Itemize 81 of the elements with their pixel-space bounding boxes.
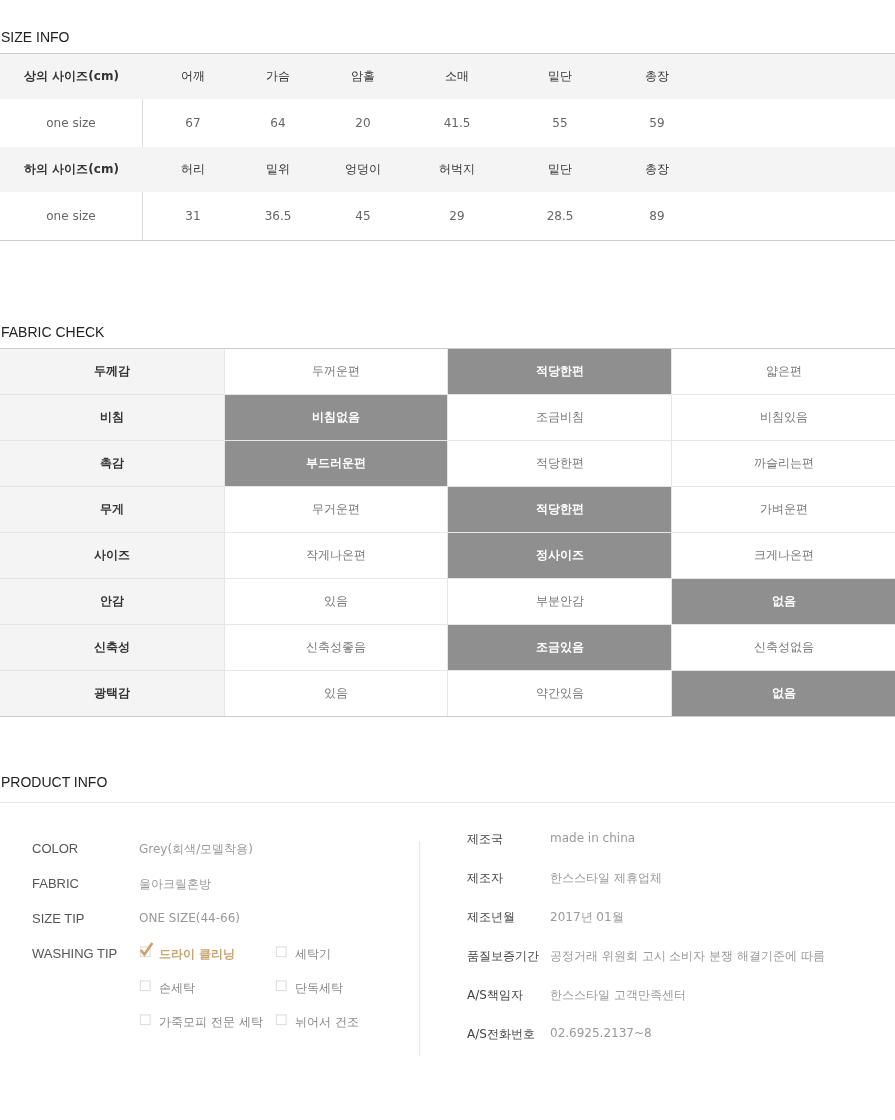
option-cell: 얇은편 — [671, 349, 895, 394]
table-header: 밑단 — [547, 68, 573, 85]
section-title: SIZE INFO — [0, 28, 71, 47]
table-cell-text: 55 — [551, 116, 569, 130]
table-header: 총장 — [644, 68, 670, 85]
option-cell: 없음 — [671, 671, 895, 716]
info-label: FABRIC — [32, 876, 80, 893]
info-label: SIZE TIP — [32, 911, 86, 928]
info-value: ONE SIZE(44-66) — [139, 911, 240, 927]
option-cell: 적당한편 — [447, 441, 671, 486]
table-header: 암홀 — [350, 68, 376, 85]
option-cell: 조금비침 — [447, 395, 671, 440]
option-cell: 신축성없음 — [671, 625, 895, 670]
option-cell: 있음 — [224, 671, 447, 716]
table-header: 밑단 — [547, 161, 573, 178]
row-label: 신축성 — [0, 625, 224, 670]
table-cell-text: 89 — [648, 209, 666, 223]
table-header: 허리 — [180, 161, 206, 178]
option-cell: 부드러운편 — [224, 441, 447, 486]
option-label: 드라이 클리닝 — [159, 946, 236, 963]
option-label: 단독세탁 — [295, 980, 343, 997]
table-cell-text: 59 — [648, 116, 666, 130]
info-value: 공정거래 위원회 고시 소비자 분쟁 해결기준에 따름 — [550, 948, 825, 965]
option-cell: 적당한편 — [447, 487, 671, 532]
info-value: 02.6925.2137~8 — [550, 1026, 652, 1042]
option-label: 가죽모피 전문 세탁 — [159, 1014, 263, 1031]
option-label: 세탁기 — [295, 946, 331, 963]
info-label: 품질보증기간 — [467, 948, 540, 965]
table-cell-text: 29 — [448, 209, 466, 223]
table-header: 하의 사이즈(cm) — [23, 161, 120, 178]
option-label: 뉘어서 건조 — [295, 1014, 359, 1031]
option-cell: 조금있음 — [447, 625, 671, 670]
info-label: A/S책임자 — [467, 987, 524, 1004]
option-cell: 까슬리는편 — [671, 441, 895, 486]
info-label: WASHING TIP — [32, 946, 119, 963]
option-cell: 없음 — [671, 579, 895, 624]
table-header: 상의 사이즈(cm) — [23, 68, 120, 85]
option-cell: 비침없음 — [224, 395, 447, 440]
table-cell-text: 36.5 — [263, 209, 293, 223]
row-label: 광택감 — [0, 671, 224, 716]
table-header: 가슴 — [265, 68, 291, 85]
table-header: 엉덩이 — [344, 161, 382, 178]
row-label: 촉감 — [0, 441, 224, 486]
info-label: 제조년월 — [467, 909, 516, 926]
section-title: PRODUCT INFO — [0, 717, 895, 803]
option-cell: 크게나온편 — [671, 533, 895, 578]
info-value: 2017년 01월 — [550, 909, 624, 926]
option-cell: 있음 — [224, 579, 447, 624]
table-header: 소매 — [444, 68, 470, 85]
table-cell: one size — [0, 192, 143, 240]
info-label: COLOR — [32, 841, 80, 858]
option-cell: 적당한편 — [447, 349, 671, 394]
option-cell: 비침있음 — [671, 395, 895, 440]
table-cell-text: 67 — [184, 116, 202, 130]
table-header: 어깨 — [180, 68, 206, 85]
table-header: 허벅지 — [438, 161, 476, 178]
row-label: 사이즈 — [0, 533, 224, 578]
table-header: 밑위 — [265, 161, 291, 178]
info-label: A/S전화번호 — [467, 1026, 536, 1043]
option-label: 손세탁 — [159, 980, 195, 997]
row-label: 무게 — [0, 487, 224, 532]
table-cell-text: 28.5 — [545, 209, 575, 223]
table-cell-text: 41.5 — [442, 116, 472, 130]
row-label: 두께감 — [0, 349, 224, 394]
option-cell: 가벼운편 — [671, 487, 895, 532]
info-value: 한스스타일 제휴업체 — [550, 870, 662, 887]
table-cell-text: 45 — [354, 209, 372, 223]
table-header: 총장 — [644, 161, 670, 178]
table-cell-text: 20 — [354, 116, 372, 130]
row-label: 안감 — [0, 579, 224, 624]
section-title: FABRIC CHECK — [0, 323, 106, 342]
table-cell-text: 64 — [269, 116, 287, 130]
info-value: Grey(회색/모델착용) — [139, 841, 253, 858]
info-value: 울아크릴혼방 — [139, 876, 211, 893]
table-cell-text: 31 — [184, 209, 202, 223]
info-value: made in china — [550, 831, 636, 847]
row-label: 비침 — [0, 395, 224, 440]
info-value: 한스스타일 고객만족센터 — [550, 987, 686, 1004]
option-cell: 정사이즈 — [447, 533, 671, 578]
info-label: 제조국 — [467, 831, 504, 848]
info-label: 제조자 — [467, 870, 504, 887]
